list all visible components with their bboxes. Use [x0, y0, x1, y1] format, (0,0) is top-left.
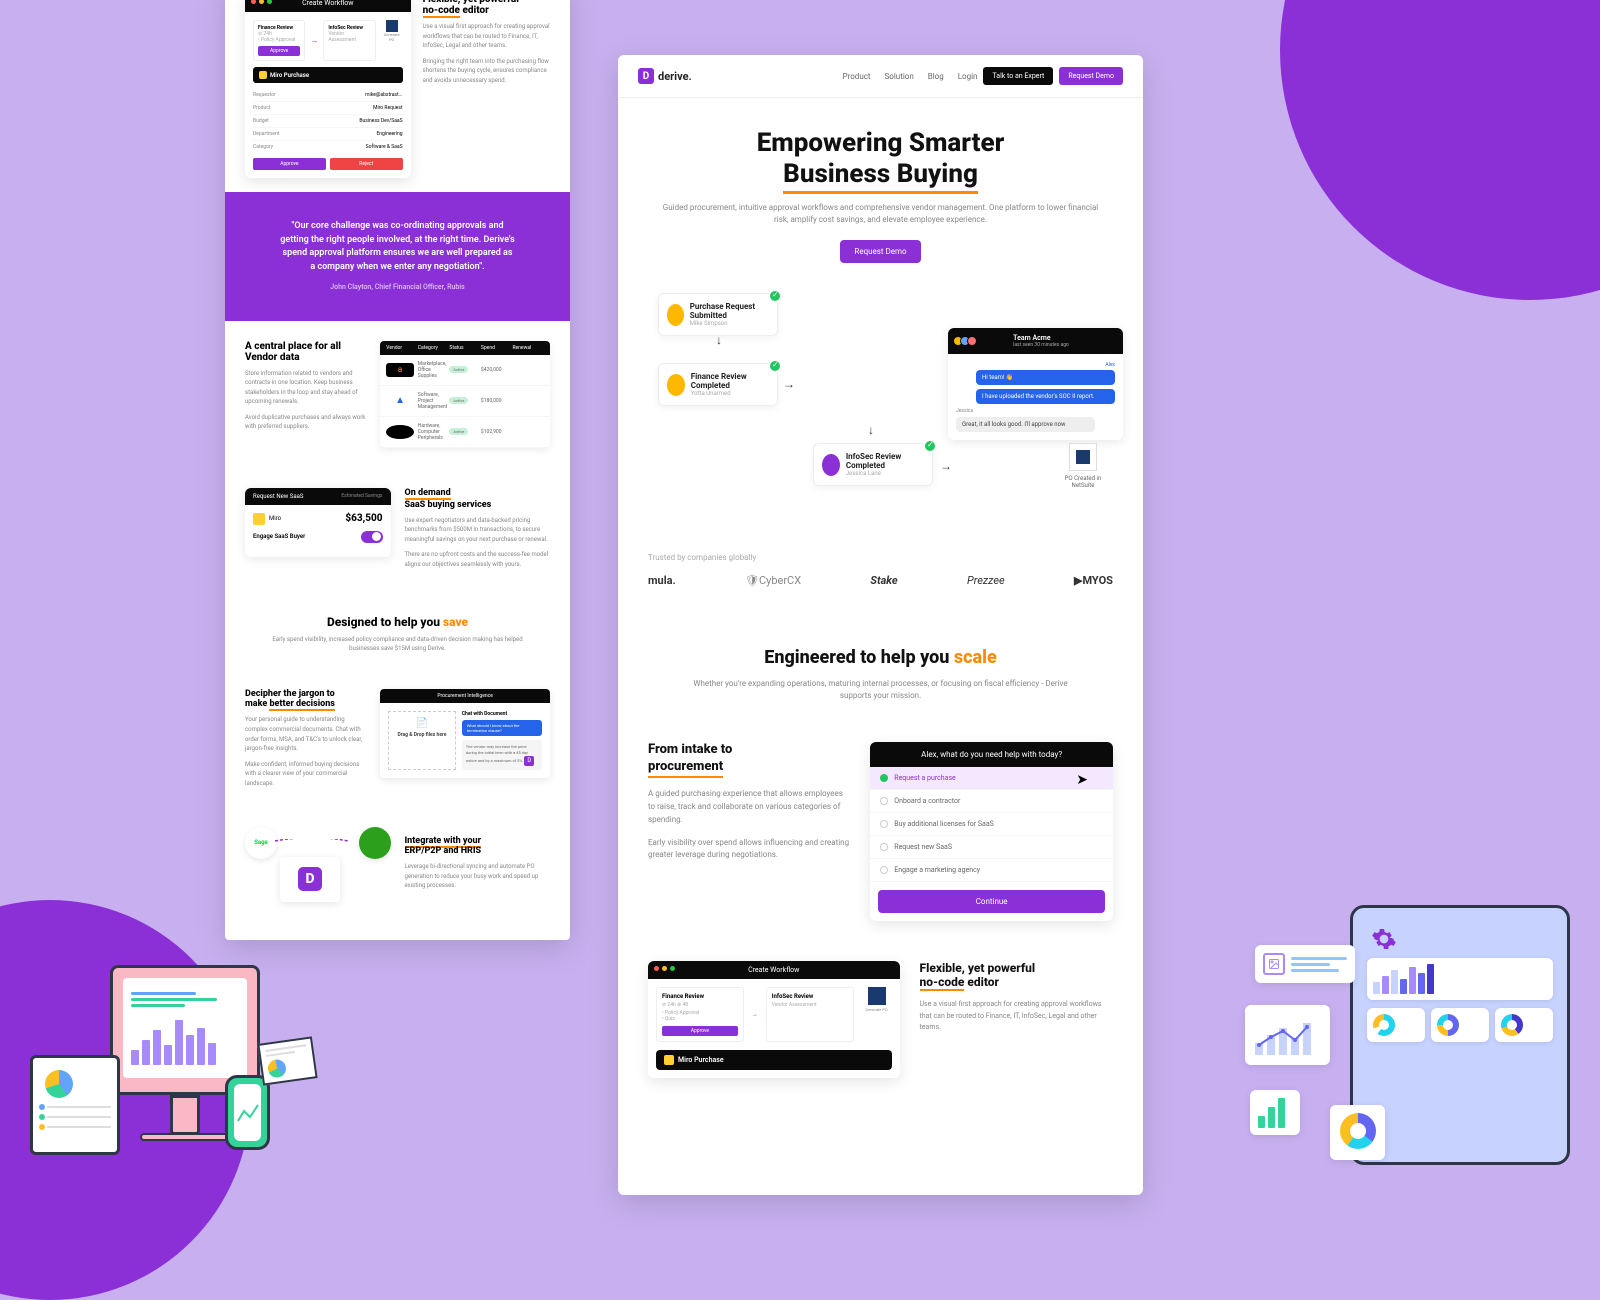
testimonial-section: "Our core challenge was co-ordinating ap…: [225, 192, 570, 321]
chat-message: Hi team! 👋: [976, 370, 1115, 385]
section-subtitle: Whether you're expanding operations, mat…: [678, 678, 1083, 702]
image-icon: [1263, 953, 1285, 975]
hero-section: Empowering SmarterBusiness Buying Guided…: [618, 98, 1143, 273]
chat-panel: Team Acmelast seen 30 minutes ago Alex H…: [948, 328, 1123, 440]
table-row[interactable]: ▲Software, Project ManagementActive$180,…: [380, 386, 550, 417]
nav-blog[interactable]: Blog: [928, 72, 944, 81]
table-row[interactable]: aMarketplace, Office SuppliesActive$420,…: [380, 355, 550, 386]
saas-card: Request New SaaSEstimated Savings Miro $…: [245, 488, 391, 557]
nav-bar: D derive. Product Solution Blog Login Ta…: [618, 55, 1143, 98]
saas-section: Request New SaaSEstimated Savings Miro $…: [225, 468, 570, 596]
check-icon: [768, 359, 782, 373]
flexible-title: Flexible, yet powerfulno-code editor: [920, 961, 1113, 991]
netsuite-icon: [1069, 443, 1097, 471]
flexible-title: Flexible, yet powerfulno-code editor: [423, 0, 550, 16]
section-title: Engineered to help you scale: [678, 647, 1083, 668]
chat-answer: The vendor may increase the price during…: [462, 740, 542, 769]
brand-name: derive.: [658, 70, 692, 83]
combo-chart-icon: [1253, 1013, 1323, 1058]
donut-chart-icon: [1340, 1113, 1376, 1149]
logo-icon: D: [638, 68, 654, 84]
engineered-section: Engineered to help you scale Whether you…: [618, 607, 1143, 722]
gear-icon: [1371, 926, 1397, 956]
talk-expert-button[interactable]: Talk to an Expert: [983, 67, 1053, 85]
integrate-section: Sage D Integrate with yourERP/P2P and HR…: [225, 811, 570, 923]
brand-logo[interactable]: D derive.: [638, 68, 692, 84]
check-icon: [768, 289, 782, 303]
chat-message: I have uploaded the vendor's SOC II repo…: [976, 389, 1115, 404]
login-link[interactable]: Login: [958, 72, 978, 81]
cursor-icon: ➤: [1076, 772, 1088, 788]
quote-text: "Our core challenge was co-ordinating ap…: [280, 220, 515, 274]
line-chart-icon: [236, 1101, 260, 1125]
workflow-submit-card: Purchase Request SubmittedMike Simpson: [658, 293, 778, 336]
intake-panel-header: Alex, what do you need help with today?: [870, 742, 1113, 767]
intake-section: From intake toprocurement A guided purch…: [618, 722, 1143, 941]
hero-title: Empowering SmarterBusiness Buying: [658, 128, 1103, 190]
savings-amount: $63,500: [345, 513, 382, 524]
logo-prezzee: Prezzee: [967, 574, 1005, 587]
vendor-title: A central place for all Vendor data: [245, 341, 366, 363]
quote-author: John Clayton, Chief Financial Officer, R…: [280, 282, 515, 293]
bars-icon: [1258, 1098, 1292, 1128]
miro-icon: [253, 513, 265, 525]
logo-stake: Stake: [870, 574, 897, 587]
designed-section: Designed to help you save Early spend vi…: [225, 595, 570, 673]
arrow-down-icon: ↓: [716, 333, 722, 347]
vendor-section: A central place for all Vendor data Stor…: [225, 321, 570, 468]
vendor-table: VendorCategoryStatusSpendRenewal aMarket…: [380, 341, 550, 448]
devices-illustration-left: [30, 945, 310, 1185]
quickbooks-icon: [359, 827, 391, 859]
trusted-section: Trusted by companies globally mula. 🛡Cyb…: [618, 533, 1143, 607]
document-chat-panel: Procurement Intelligence 📄 Drag & Drop f…: [380, 689, 550, 777]
connector-line-icon: [273, 839, 353, 869]
designed-title: Designed to help you save: [265, 615, 530, 629]
intake-option[interactable]: Onboard a contractor: [870, 790, 1113, 813]
intake-desc: Early visibility over spend allows influ…: [648, 837, 850, 863]
avatar-icon: [667, 304, 684, 326]
logo-mula: mula.: [648, 574, 676, 587]
continue-button[interactable]: Continue: [878, 890, 1105, 913]
chat-message: Great, it all looks good. I'll approve n…: [956, 417, 1095, 432]
intake-panel: Alex, what do you need help with today? …: [870, 742, 1113, 921]
flexible-desc: Use a visual first approach for creating…: [920, 999, 1113, 1033]
intake-desc: A guided purchasing experience that allo…: [648, 788, 850, 826]
po-created-card: PO Created in NetSuite: [1053, 443, 1113, 489]
arrow-right-icon: →: [940, 459, 952, 473]
hero-cta-button[interactable]: Request Demo: [840, 240, 920, 263]
workflow-infosec-card: InfoSec Review CompletedJessica Lane: [813, 443, 933, 486]
intake-option[interactable]: Buy additional licenses for SaaS: [870, 813, 1113, 836]
nav-product[interactable]: Product: [843, 72, 871, 81]
workflow-diagram: Purchase Request SubmittedMike Simpson ↓…: [618, 273, 1143, 533]
avatar-icon: [667, 374, 685, 396]
bg-circle-top-right: [1280, 0, 1600, 300]
intake-title: From intake toprocurement: [648, 742, 850, 778]
integrate-title: Integrate with yourERP/P2P and HRIS: [405, 836, 551, 856]
logo-myos: ▶MYOS: [1074, 574, 1113, 587]
logo-cybercx: 🛡CyberCX: [745, 574, 801, 587]
request-demo-button[interactable]: Request Demo: [1059, 67, 1123, 85]
avatar-icon: [822, 454, 840, 476]
intake-option[interactable]: Engage a marketing agency: [870, 859, 1113, 882]
workflow-editor-card-small: Create Workflow Finance Review ⊘ 24h • P…: [245, 0, 411, 178]
hero-subtitle: Guided procurement, intuitive approval w…: [658, 202, 1103, 226]
saas-title: On demandSaaS buying services: [405, 488, 551, 510]
decipher-section: Decipher the jargon tomake better decisi…: [225, 673, 570, 810]
landing-page-top-mockup: D derive. Product Solution Blog Login Ta…: [618, 55, 1143, 1195]
file-drop-zone[interactable]: 📄 Drag & Drop files here: [388, 711, 456, 769]
arrow-right-icon: →: [783, 377, 795, 391]
nav-solution[interactable]: Solution: [885, 72, 914, 81]
intake-option[interactable]: Request new SaaS: [870, 836, 1113, 859]
engage-toggle[interactable]: [361, 531, 383, 543]
flexible-section: Create Workflow Finance Review ⊘ 24h ⊕ 4…: [618, 941, 1143, 1098]
decipher-title: Decipher the jargon tomake better decisi…: [245, 689, 366, 709]
check-icon: [923, 439, 937, 453]
landing-page-bottom-mockup: Create Workflow Finance Review ⊘ 24h • P…: [225, 0, 570, 940]
chat-question: What should I know about the termination…: [462, 720, 542, 736]
tablet-illustration-right: [1290, 905, 1570, 1185]
workflow-finance-card: Finance Review CompletedYotta Unarmed: [658, 363, 778, 406]
workflow-editor-card: Create Workflow Finance Review ⊘ 24h ⊕ 4…: [648, 961, 900, 1078]
table-row[interactable]: Hardware, Computer PeripheralsActive$102…: [380, 417, 550, 448]
arrow-down-icon: ↓: [868, 423, 874, 437]
